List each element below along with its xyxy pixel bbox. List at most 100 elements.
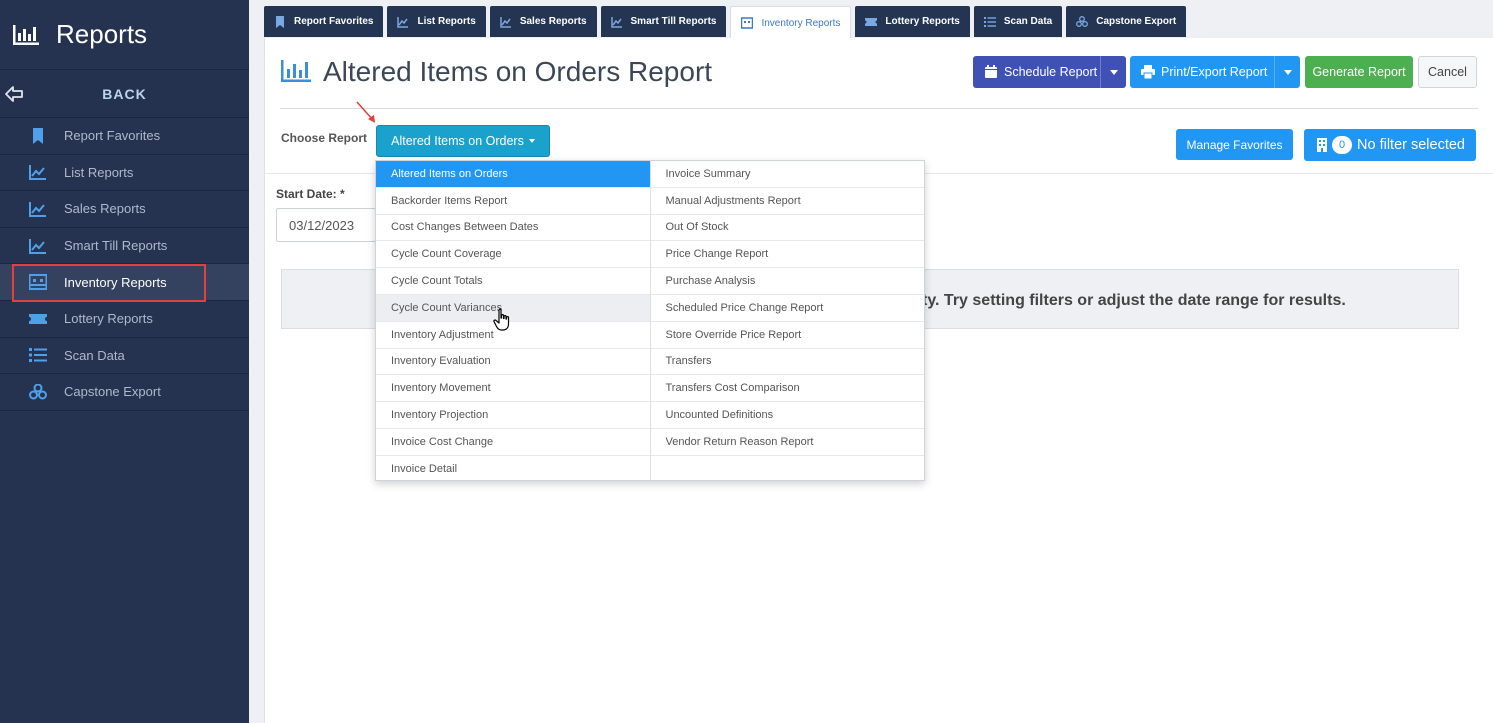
sidebar-item-inventory-reports[interactable]: Inventory Reports <box>0 264 249 303</box>
sidebar-item-capstone-export[interactable]: Capstone Export <box>0 374 249 411</box>
tab-sales-reports[interactable]: Sales Reports <box>489 6 597 37</box>
line-chart-icon <box>29 165 46 181</box>
boxes-icon <box>29 383 47 400</box>
report-tabs: Report Favorites List Reports Sales Repo… <box>264 6 1190 39</box>
inventory-icon <box>741 17 754 29</box>
sidebar-item-label: Smart Till Reports <box>64 238 168 254</box>
sidebar: Reports BACK Report Favorites List Repor… <box>0 0 249 723</box>
sidebar-title: Reports <box>56 19 148 49</box>
sidebar-item-lottery-reports[interactable]: Lottery Reports <box>0 301 249 338</box>
back-arrow-icon <box>5 86 23 102</box>
page-title: Altered Items on Orders Report <box>323 56 713 87</box>
line-chart-icon <box>397 16 409 28</box>
dropdown-item[interactable]: Inventory Projection <box>376 402 650 429</box>
tab-inventory-reports[interactable]: Inventory Reports <box>730 6 852 39</box>
tab-list-reports[interactable]: List Reports <box>387 6 486 37</box>
sidebar-item-label: Sales Reports <box>64 201 146 217</box>
bar-chart-icon <box>13 24 39 45</box>
choose-report-label: Choose Report <box>281 131 368 145</box>
generate-report-button[interactable]: Generate Report <box>1305 56 1413 88</box>
line-chart-icon <box>29 201 46 217</box>
dropdown-item[interactable]: Cycle Count Coverage <box>376 241 650 269</box>
dropdown-item[interactable]: Inventory Movement <box>376 375 650 403</box>
sidebar-item-label: Scan Data <box>64 347 125 363</box>
filter-label: No filter selected <box>1357 137 1465 153</box>
dropdown-item[interactable]: Cost Changes Between Dates <box>376 215 650 242</box>
sidebar-item-smart-till-reports[interactable]: Smart Till Reports <box>0 228 249 265</box>
caret-down-icon <box>1109 69 1118 75</box>
caret-down-icon <box>528 139 535 143</box>
choose-report-dropdown[interactable]: Altered Items on Orders <box>376 125 550 157</box>
sidebar-item-label: List Reports <box>64 164 134 180</box>
empty-results-text: ty. Try setting filters or adjust the da… <box>922 292 1346 309</box>
line-chart-icon <box>500 16 511 28</box>
dropdown-column-right: Invoice Summary Manual Adjustments Repor… <box>649 161 925 483</box>
dropdown-item-empty <box>651 456 925 483</box>
highlight-box <box>12 264 206 303</box>
print-icon <box>1141 65 1155 79</box>
ticket-icon <box>29 313 47 324</box>
print-dropdown-toggle[interactable] <box>1274 56 1300 88</box>
sidebar-header: Reports <box>0 0 249 70</box>
tab-scan-data[interactable]: Scan Data <box>973 6 1063 37</box>
back-label: BACK <box>102 85 147 102</box>
schedule-report-button[interactable]: Schedule Report <box>973 56 1126 88</box>
dropdown-item[interactable]: Backorder Items Report <box>376 188 650 215</box>
dropdown-item[interactable]: Vendor Return Reason Report <box>650 429 924 456</box>
list-icon <box>983 16 996 27</box>
divider <box>280 108 1478 109</box>
tab-capstone-export[interactable]: Capstone Export <box>1066 6 1187 37</box>
sidebar-item-report-favorites[interactable]: Report Favorites <box>0 118 249 155</box>
print-export-button[interactable]: Print/Export Report <box>1130 56 1300 88</box>
dropdown-item[interactable]: Manual Adjustments Report <box>650 188 924 215</box>
annotation-arrow-icon <box>356 101 375 123</box>
sidebar-item-list-reports[interactable]: List Reports <box>0 155 249 192</box>
dropdown-item[interactable]: Altered Items on Orders <box>376 161 650 188</box>
filter-count-badge: 0 <box>1332 136 1352 154</box>
dropdown-item[interactable]: Cycle Count Totals <box>376 268 650 295</box>
sidebar-item-label: Report Favorites <box>64 128 161 144</box>
sidebar-item-sales-reports[interactable]: Sales Reports <box>0 191 249 228</box>
tab-label: Inventory Reports <box>761 17 841 29</box>
manage-favorites-button[interactable]: Manage Favorites <box>1176 129 1293 160</box>
schedule-report-label: Schedule Report <box>1004 65 1098 79</box>
tab-smart-till-reports[interactable]: Smart Till Reports <box>600 6 727 37</box>
caret-down-icon <box>1283 69 1292 75</box>
sidebar-item-label: Lottery Reports <box>64 311 153 327</box>
bar-chart-icon <box>281 60 311 82</box>
dropdown-item[interactable]: Out Of Stock <box>650 215 924 242</box>
report-dropdown-menu: Altered Items on Orders Backorder Items … <box>375 160 925 481</box>
dropdown-item[interactable]: Invoice Summary <box>650 161 924 188</box>
start-date-input[interactable]: 03/12/2023 <box>276 208 376 242</box>
dropdown-item[interactable]: Inventory Evaluation <box>376 349 650 376</box>
tab-label: Smart Till Reports <box>630 16 717 27</box>
building-icon <box>1317 138 1327 152</box>
tab-label: Scan Data <box>1003 16 1053 27</box>
tab-label: Report Favorites <box>294 16 374 27</box>
schedule-dropdown-toggle[interactable] <box>1100 56 1126 88</box>
bookmark-icon <box>276 15 284 28</box>
dropdown-item[interactable]: Scheduled Price Change Report <box>650 295 924 322</box>
dropdown-item[interactable]: Transfers <box>650 349 924 376</box>
list-icon <box>29 348 47 363</box>
cancel-button[interactable]: Cancel <box>1418 56 1477 88</box>
dropdown-item[interactable]: Purchase Analysis <box>650 268 924 295</box>
sidebar-item-scan-data[interactable]: Scan Data <box>0 338 249 375</box>
calendar-icon <box>985 65 997 78</box>
line-chart-icon <box>29 238 46 254</box>
dropdown-item[interactable]: Price Change Report <box>650 241 924 269</box>
back-button[interactable]: BACK <box>0 70 249 118</box>
filter-button[interactable]: 0 No filter selected <box>1304 129 1476 161</box>
print-export-label: Print/Export Report <box>1161 65 1268 79</box>
hand-cursor-icon <box>493 308 510 331</box>
dropdown-item[interactable]: Invoice Detail <box>376 456 650 483</box>
choose-report-value: Altered Items on Orders <box>391 134 524 148</box>
tab-lottery-reports[interactable]: Lottery Reports <box>855 6 970 37</box>
dropdown-item[interactable]: Store Override Price Report <box>650 322 924 349</box>
tab-label: Sales Reports <box>519 16 587 27</box>
dropdown-item[interactable]: Transfers Cost Comparison <box>650 375 924 403</box>
dropdown-item[interactable]: Invoice Cost Change <box>376 429 650 456</box>
sidebar-item-label: Capstone Export <box>64 384 161 400</box>
dropdown-item[interactable]: Uncounted Definitions <box>650 402 924 429</box>
tab-report-favorites[interactable]: Report Favorites <box>264 6 384 37</box>
